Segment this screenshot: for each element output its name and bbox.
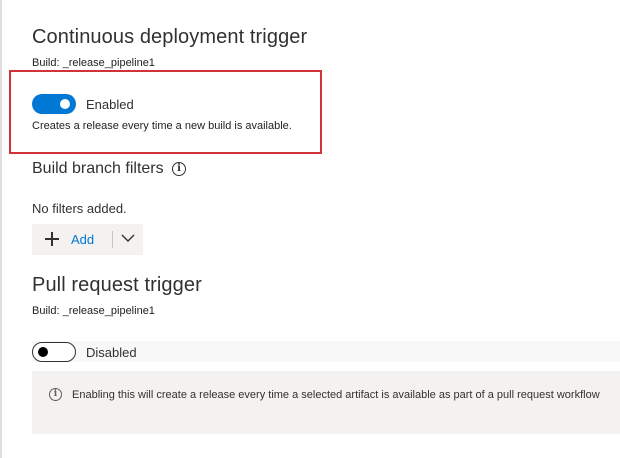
- toggle-knob: [60, 99, 70, 109]
- add-filter-button[interactable]: Add: [32, 224, 110, 255]
- pr-info-text: Enabling this will create a release ever…: [72, 389, 600, 401]
- cd-trigger-title: Continuous deployment trigger: [32, 26, 308, 48]
- cd-trigger-build: Build: _release_pipeline1: [32, 57, 155, 69]
- plus-icon: [45, 232, 59, 246]
- info-icon[interactable]: i: [172, 162, 186, 176]
- pr-trigger-toggle[interactable]: [32, 342, 76, 362]
- branch-filters-heading: Build branch filters: [32, 160, 164, 177]
- left-border: [0, 0, 2, 458]
- pr-trigger-toggle-label: Disabled: [86, 345, 137, 360]
- cd-trigger-toggle[interactable]: [32, 94, 76, 114]
- pr-info-panel: i Enabling this will create a release ev…: [32, 371, 620, 434]
- chevron-down-icon: [121, 234, 135, 242]
- add-filter-split-button: Add: [32, 224, 143, 255]
- toggle-knob: [38, 347, 48, 357]
- pr-trigger-title: Pull request trigger: [32, 274, 202, 296]
- no-filters-text: No filters added.: [32, 201, 127, 216]
- add-filter-label: Add: [71, 232, 95, 247]
- cd-trigger-toggle-label: Enabled: [86, 97, 134, 112]
- add-filter-dropdown-button[interactable]: [113, 224, 143, 255]
- cd-trigger-description: Creates a release every time a new build…: [32, 120, 292, 132]
- pr-trigger-build: Build: _release_pipeline1: [32, 305, 155, 317]
- info-icon: i: [49, 388, 62, 401]
